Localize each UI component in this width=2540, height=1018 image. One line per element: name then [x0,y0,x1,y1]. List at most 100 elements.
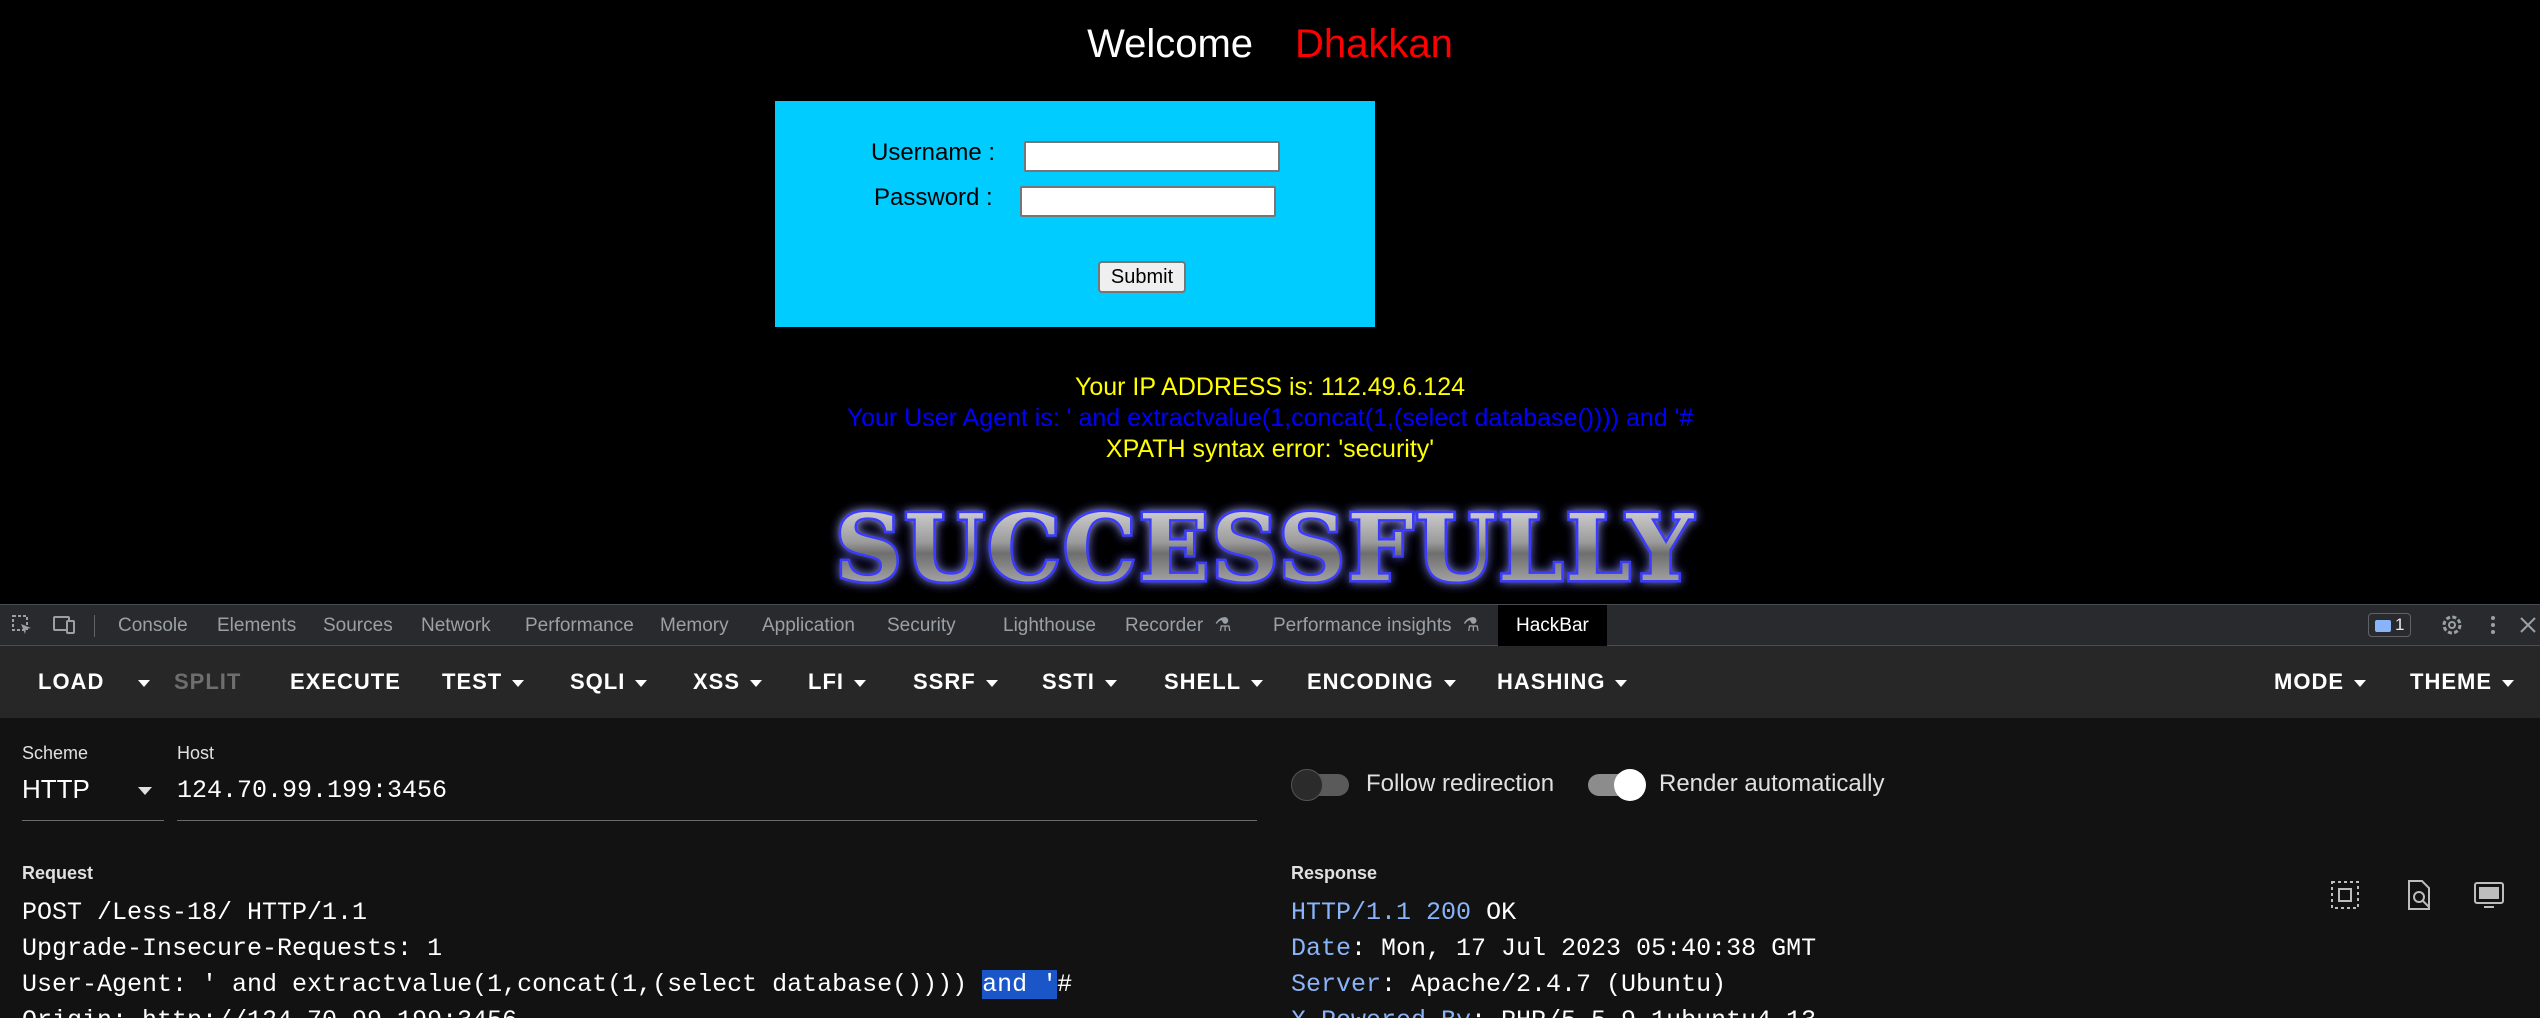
request-line: POST /Less-18/ HTTP/1.1 [22,898,368,927]
host-input[interactable]: 124.70.99.199:3456 [177,776,447,805]
theme-menu[interactable]: THEME [2410,646,2514,718]
tab-application[interactable]: Application [762,605,855,646]
tab-security[interactable]: Security [887,605,956,646]
header-key: Server [1291,970,1382,999]
username-label: Username : [871,139,996,166]
selected-text: and ' [982,970,1058,999]
request-label: Request [22,863,94,883]
hashing-menu-label: HASHING [1497,669,1606,694]
sqli-menu[interactable]: SQLI [570,646,648,718]
request-line: Origin: http://124.70.99.199:3456 [22,1006,517,1018]
login-form: Username : Password : Submit [775,101,1375,327]
response-status-code: 200 [1426,898,1472,927]
theme-menu-label: THEME [2410,669,2492,694]
tab-lighthouse[interactable]: Lighthouse [1003,605,1096,646]
tab-console[interactable]: Console [118,605,188,646]
chevron-down-icon [2354,679,2366,687]
split-button[interactable]: SPLIT [174,646,241,718]
success-banner-image: SUCCESSFULLY [833,496,1696,604]
chevron-down-icon [635,679,648,687]
toggle-knob [1291,769,1323,801]
encoding-menu[interactable]: ENCODING [1307,646,1456,718]
tab-elements[interactable]: Elements [217,605,296,646]
success-banner-text: SUCCESSFULLY [835,496,1695,602]
issues-badge[interactable]: 1 [2368,613,2412,637]
hackbar-panel: Scheme HTTP Host 124.70.99.199:3456 Foll… [0,718,2540,1018]
follow-redirection-label: Follow redirection [1366,770,1555,797]
request-line: Upgrade-Insecure-Requests: 1 [22,934,443,963]
password-input[interactable] [1020,186,1276,217]
response-label: Response [1291,863,1378,883]
lfi-menu[interactable]: LFI [808,646,866,718]
request-text: # [1057,970,1073,999]
sqli-menu-label: SQLI [570,669,626,694]
header-value: : Apache/2.4.7 (Ubuntu) [1381,970,1727,999]
tab-hackbar[interactable]: HackBar [1498,605,1607,646]
xss-menu[interactable]: XSS [693,646,763,718]
shell-menu-label: SHELL [1164,669,1242,694]
chevron-down-icon [854,679,866,687]
ssti-menu-label: SSTI [1042,669,1095,694]
chevron-down-icon [2502,679,2514,687]
tab-sources[interactable]: Sources [323,605,393,646]
response-header: X-Powered-By: PHP/5.5.9-1ubuntu4.13 [1291,1006,1816,1018]
render-automatically-toggle[interactable] [1588,769,1646,801]
scheme-underline [22,820,164,821]
mode-menu-label: MODE [2274,669,2344,694]
lfi-menu-label: LFI [808,669,844,694]
tab-network[interactable]: Network [421,605,491,646]
header-value: : PHP/5.5.9-1ubuntu4.13 [1471,1006,1816,1018]
load-button[interactable]: LOAD [38,646,104,718]
close-icon[interactable] [2516,613,2540,637]
follow-redirection-toggle[interactable] [1291,769,1349,801]
web-page: Welcome Dhakkan Username : Password : Sub… [0,0,2540,604]
chevron-down-icon [985,679,998,687]
ssrf-menu[interactable]: SSRF [913,646,998,718]
chevron-down-icon [138,787,152,795]
find-in-page-icon[interactable] [2402,878,2436,912]
toggle-knob [1614,769,1646,801]
hashing-menu[interactable]: HASHING [1497,646,1628,718]
test-menu[interactable]: TEST [442,646,525,718]
divider [94,615,95,637]
tab-performance-insights-label: Performance insights [1273,615,1452,636]
request-text: User-Agent: ' and extractvalue(1,concat(… [22,970,983,999]
tab-memory[interactable]: Memory [660,605,729,646]
tab-performance-insights[interactable]: Performance insights ⚗ [1273,605,1480,646]
load-dropdown-button[interactable] [128,646,150,718]
response-status-line: HTTP/1.1 200 OK [1291,898,1516,927]
devtools-tab-bar: Console Elements Sources Network Perform… [0,604,2540,646]
chevron-down-icon [1104,679,1117,687]
scheme-label: Scheme [22,743,89,763]
render-automatically-label: Render automatically [1659,770,1885,797]
device-toolbar-icon[interactable] [52,613,76,637]
header-key: X-Powered-By [1291,1006,1471,1018]
select-all-icon[interactable] [2328,878,2362,912]
ip-address-text: Your IP ADDRESS is: 112.49.6.124 [1074,373,1466,401]
request-line: User-Agent: ' and extractvalue(1,concat(… [22,970,1072,999]
chevron-down-icon [1443,679,1456,687]
shell-menu[interactable]: SHELL [1164,646,1264,718]
header-key: Date [1291,934,1352,963]
ssti-menu[interactable]: SSTI [1042,646,1117,718]
chevron-down-icon [750,679,763,687]
chevron-down-icon [1615,679,1628,687]
mode-menu[interactable]: MODE [2274,646,2366,718]
scheme-select[interactable]: HTTP [22,772,164,812]
tab-performance[interactable]: Performance [525,605,634,646]
user-agent-text: Your User Agent is: ' and extractvalue(1… [846,404,1694,432]
password-label: Password : [874,184,993,211]
more-options-icon[interactable] [2481,613,2505,637]
encoding-menu-label: ENCODING [1307,669,1434,694]
execute-button[interactable]: EXECUTE [290,646,401,718]
test-menu-label: TEST [442,669,503,694]
tab-recorder[interactable]: Recorder ⚗ [1125,605,1231,646]
response-header: Server: Apache/2.4.7 (Ubuntu) [1291,970,1726,999]
submit-button[interactable]: Submit [1098,261,1186,293]
chevron-down-icon [138,679,150,687]
inspect-element-icon[interactable] [10,613,34,637]
render-preview-icon[interactable] [2472,878,2506,912]
scheme-value: HTTP [22,774,90,804]
settings-gear-icon[interactable] [2440,613,2464,637]
username-input[interactable] [1024,141,1280,172]
